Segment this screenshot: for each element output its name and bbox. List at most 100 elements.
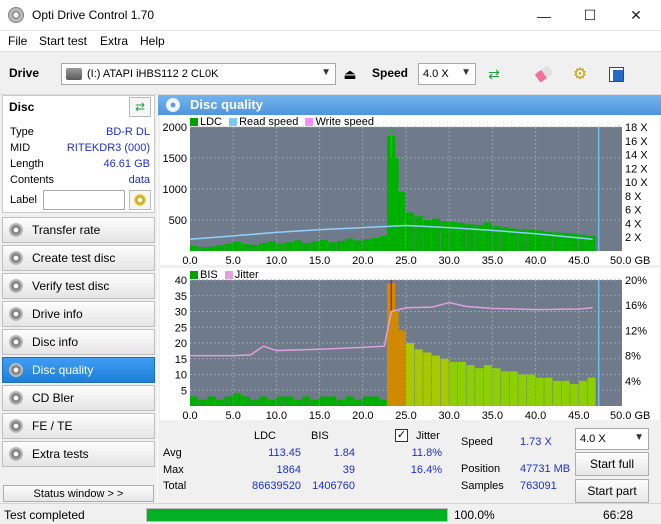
nav-verify-test-disc[interactable]: Verify test disc	[2, 273, 155, 299]
close-button[interactable]: ✕	[613, 0, 659, 31]
bis-chart-area: BIS Jitter 5 10 15 20 25 30 35 40 4% 8% 12% 16% 20% 0…	[160, 268, 659, 420]
x-tick-label: 50.0 GB	[610, 255, 650, 265]
chevron-down-icon: ▼	[461, 67, 471, 78]
bar	[483, 222, 492, 251]
y-tick-label-right: 8%	[625, 351, 641, 363]
bar	[285, 396, 294, 406]
y-tick-label-right: 16 X	[625, 136, 648, 148]
bar	[328, 242, 337, 251]
start-full-button[interactable]: Start full	[575, 452, 649, 476]
disc-label-button[interactable]	[129, 190, 151, 210]
bar	[259, 396, 268, 406]
progress-percent: 100.0%	[454, 508, 495, 522]
eject-icon: ⏏	[343, 65, 357, 82]
bar	[276, 396, 285, 406]
menu-file[interactable]: File	[8, 34, 27, 48]
bar	[466, 365, 475, 406]
x-tick-label: 0.0	[182, 255, 197, 265]
nav-label: Disc quality	[32, 363, 94, 377]
nav-cd-bler[interactable]: CD Bler	[2, 385, 155, 411]
speed-stat-value: 1.73 X	[520, 436, 552, 448]
bar	[319, 239, 328, 251]
x-tick-label: 45.0	[568, 255, 589, 265]
bar	[293, 399, 302, 406]
bar	[509, 371, 518, 406]
y-tick-label-right: 20%	[625, 275, 647, 287]
menu-help[interactable]: Help	[140, 34, 165, 48]
start-part-button[interactable]: Start part	[575, 479, 649, 503]
save-button[interactable]	[604, 62, 628, 86]
avg-bis-value: 1.84	[333, 447, 355, 459]
bar	[518, 374, 527, 406]
menu-extra[interactable]: Extra	[100, 34, 128, 48]
bar	[440, 358, 449, 406]
eject-button[interactable]: ⏏	[338, 62, 362, 86]
bar	[457, 361, 466, 406]
disc-refresh-button[interactable]: ⇄	[129, 97, 151, 117]
ldc-chart-area: LDC Read speed Write speed 500 1000 1500 20…	[160, 115, 659, 265]
samples-value: 763091	[520, 480, 557, 492]
nav-label: Extra tests	[32, 447, 89, 461]
x-tick-label: 0.0	[182, 410, 197, 420]
avg-ldc-value: 113.45	[268, 447, 301, 459]
refresh-button[interactable]: ⇄	[482, 62, 506, 86]
settings-button[interactable]: ⚙	[568, 62, 592, 86]
status-window-button[interactable]: Status window > >	[3, 485, 154, 502]
x-tick-label: 15.0	[309, 255, 330, 265]
y-tick-label-right: 14 X	[625, 150, 648, 162]
bar	[440, 221, 449, 251]
bar	[587, 377, 596, 406]
x-tick-label: 20.0	[352, 255, 373, 265]
bar	[310, 399, 320, 406]
nav-transfer-rate[interactable]: Transfer rate	[2, 217, 155, 243]
bar	[215, 399, 225, 406]
y-tick-label-left: 10	[175, 370, 187, 382]
bar	[336, 399, 346, 406]
position-value: 47731 MB	[520, 463, 571, 475]
bar	[552, 380, 562, 406]
bar	[190, 396, 199, 406]
y-tick-label-right: 4 X	[625, 218, 642, 230]
menu-start-test[interactable]: Start test	[39, 34, 87, 48]
bar	[198, 247, 207, 251]
elapsed-time: 66:28	[603, 508, 634, 522]
nav-drive-info[interactable]: Drive info	[2, 301, 155, 327]
x-tick-label: 35.0	[482, 255, 503, 265]
x-tick-label: 25.0	[395, 410, 416, 420]
nav-extra-tests[interactable]: Extra tests	[2, 441, 155, 467]
col-bis-header: BIS	[311, 430, 329, 442]
bar	[397, 192, 406, 251]
bar	[276, 243, 285, 251]
bar	[535, 377, 544, 406]
speed-label: Speed	[372, 66, 409, 80]
maximize-button[interactable]: ☐	[567, 0, 613, 31]
nav-fe-te[interactable]: FE / TE	[2, 413, 155, 439]
x-tick-label: 40.0	[525, 410, 546, 420]
avg-label: Avg	[163, 447, 182, 459]
bar	[207, 396, 216, 406]
nav-disc-info[interactable]: Disc info	[2, 329, 155, 355]
nav-create-test-disc[interactable]: Create test disc	[2, 245, 155, 271]
bar	[241, 244, 250, 251]
nav-disc-quality[interactable]: Disc quality	[2, 357, 155, 383]
disc-header: Disc	[9, 100, 35, 114]
chevron-down-icon: ▼	[634, 432, 644, 443]
disc-mid-key: MID	[10, 142, 31, 154]
erase-button[interactable]	[532, 62, 556, 86]
test-speed-select[interactable]: 4.0 X ▼	[575, 428, 649, 450]
disc-type-value: BD-R DL	[105, 126, 150, 138]
disc-label-input[interactable]	[43, 190, 125, 210]
eraser-icon	[534, 65, 554, 83]
y-tick-label-left: 25	[175, 322, 187, 334]
jitter-checkbox[interactable]: ✓	[395, 429, 408, 442]
minimize-button[interactable]: —	[521, 0, 567, 31]
bar	[362, 239, 371, 251]
bar	[371, 396, 380, 406]
disc-icon	[9, 223, 23, 237]
x-tick-label: 25.0	[395, 255, 416, 265]
drive-select[interactable]: (I:) ATAPI iHBS112 2 CL0K ▼	[61, 63, 336, 85]
y-tick-label-right: 6 X	[625, 205, 642, 217]
avg-jitter-value: 11.8%	[411, 447, 442, 459]
floppy-disk-icon	[608, 66, 624, 82]
speed-select[interactable]: 4.0 X ▼	[418, 63, 476, 85]
